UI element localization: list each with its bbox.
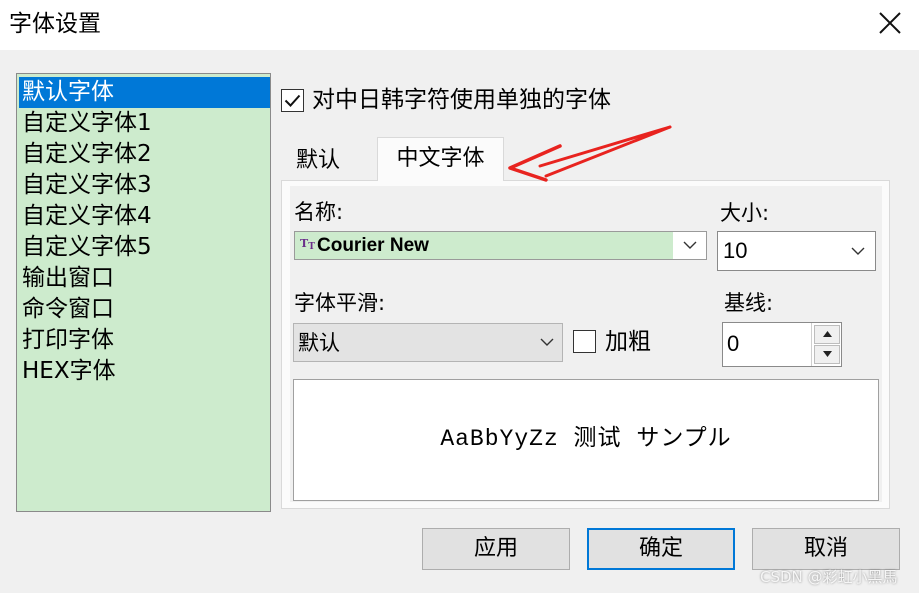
cjk-separate-font-checkbox[interactable] (281, 89, 304, 112)
font-name-value: Courier New (317, 235, 429, 256)
baseline-spinbox[interactable]: 0 (722, 322, 842, 367)
list-item[interactable]: 自定义字体1 (19, 108, 270, 139)
spin-up-button[interactable] (814, 325, 840, 344)
chevron-down-icon[interactable] (851, 247, 865, 256)
font-preview: AaBbYyZz 测试 サンプル (293, 379, 879, 501)
baseline-value: 0 (727, 331, 740, 356)
list-item[interactable]: 打印字体 (19, 325, 270, 356)
close-button[interactable] (862, 0, 919, 48)
apply-button[interactable]: 应用 (422, 528, 570, 570)
list-item[interactable]: 命令窗口 (19, 294, 270, 325)
ok-button[interactable]: 确定 (587, 528, 735, 570)
baseline-label: 基线: (724, 291, 774, 315)
title-bar: 字体设置 (0, 0, 919, 50)
chevron-down-icon[interactable] (683, 241, 697, 250)
bold-label[interactable]: 加粗 (605, 327, 651, 357)
list-item[interactable]: 输出窗口 (19, 263, 270, 294)
watermark: CSDN @彩虹小黑馬 (760, 568, 898, 586)
list-item[interactable]: 默认字体 (19, 77, 270, 108)
spin-down-button[interactable] (814, 345, 840, 364)
truetype-font-icon: TT (300, 237, 315, 252)
font-size-label: 大小: (720, 201, 770, 225)
cjk-separate-font-label[interactable]: 对中日韩字符使用单独的字体 (312, 85, 611, 115)
list-item[interactable]: 自定义字体2 (19, 139, 270, 170)
font-size-value: 10 (723, 238, 748, 263)
font-name-label: 名称: (294, 200, 344, 224)
tab-default[interactable]: 默认 (288, 146, 348, 176)
list-item[interactable]: 自定义字体5 (19, 232, 270, 263)
tab-chinese-font[interactable]: 中文字体 (377, 137, 504, 181)
cancel-button[interactable]: 取消 (752, 528, 900, 570)
font-smoothing-label: 字体平滑: (294, 291, 386, 315)
arrow-down-icon (823, 351, 832, 357)
font-smoothing-combobox[interactable]: 默认 (293, 323, 563, 362)
font-size-combobox[interactable]: 10 (717, 231, 876, 271)
bold-checkbox[interactable] (573, 330, 596, 353)
font-category-list[interactable]: 默认字体 自定义字体1 自定义字体2 自定义字体3 自定义字体4 自定义字体5 输出窗口 命令… (16, 73, 271, 512)
close-icon (879, 12, 901, 34)
list-item[interactable]: 自定义字体3 (19, 170, 270, 201)
list-item[interactable]: HEX字体 (19, 356, 270, 387)
chevron-down-icon[interactable] (540, 338, 554, 347)
check-icon (284, 94, 301, 107)
preview-text: AaBbYyZz 测试 サンプル (440, 426, 732, 452)
window-title: 字体设置 (9, 11, 101, 37)
font-smoothing-value: 默认 (298, 331, 340, 355)
arrow-up-icon (823, 331, 832, 337)
list-item[interactable]: 自定义字体4 (19, 201, 270, 232)
font-name-combobox[interactable]: TT Courier New (294, 231, 707, 260)
